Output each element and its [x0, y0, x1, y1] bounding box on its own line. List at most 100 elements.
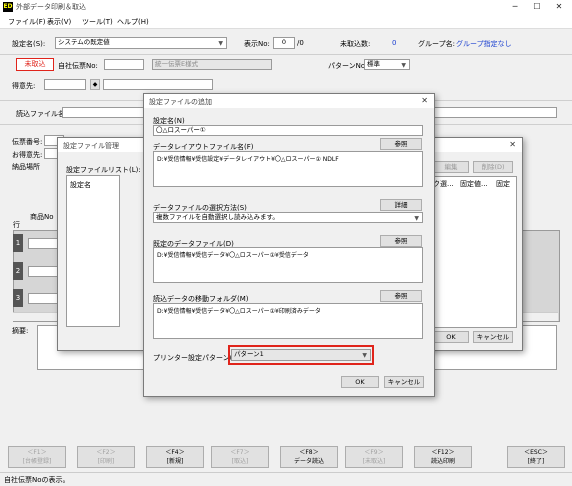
f2-key: ＜F2＞ [96, 449, 116, 456]
title-bar: ED 外部データ印刷＆取込 ─ ☐ ✕ [0, 0, 572, 14]
move-folder-input[interactable]: D:¥受信情報¥受信データ¥〇△ロスーパー①¥印刷済みデータ [153, 303, 423, 339]
f4-new-button[interactable]: ＜F4＞ [新規] [146, 446, 204, 468]
move-folder-value: D:¥受信情報¥受信データ¥〇△ロスーパー①¥印刷済みデータ [157, 308, 321, 315]
method-select[interactable]: 複数ファイルを自動選択し読み込みます。 ▼ [153, 212, 423, 223]
f1-label: [台帳登録] [22, 458, 52, 465]
f2-button[interactable]: ＜F2＞ [印刷] [77, 446, 135, 468]
display-no-value: 0 [281, 38, 286, 46]
f8-read-button[interactable]: ＜F8＞ データ読込 [280, 446, 338, 468]
dialog-title: 設定ファイル管理 [63, 142, 119, 150]
setting-name-value: システムの既定値 [58, 38, 110, 46]
customer-search-button[interactable]: ◆ [90, 79, 100, 90]
name-value: 〇△ロスーパー① [156, 126, 206, 134]
esc-exit-button[interactable]: ＜ESC＞ [終了] [507, 446, 565, 468]
move-folder-browse-button[interactable]: 参照 [380, 290, 422, 302]
list-column-header: 設定名 [70, 181, 91, 189]
row-product-input[interactable] [28, 266, 58, 277]
f9-label: [未取込] [362, 458, 386, 465]
edit-button[interactable]: 編集 [433, 161, 469, 173]
dialog-title: 設定ファイルの追加 [149, 98, 212, 106]
unimported-label: 未取込数: [340, 40, 371, 48]
f12-key: ＜F12＞ [431, 449, 455, 456]
setting-name-select[interactable]: システムの既定値 ▼ [55, 37, 227, 49]
chevron-down-icon: ▼ [362, 352, 367, 359]
column-header: 固定 [496, 180, 510, 188]
f7-key: ＜F7＞ [230, 449, 250, 456]
f4-label: [新規] [166, 458, 184, 465]
close-icon[interactable]: ✕ [509, 140, 516, 149]
maximize-button[interactable]: ☐ [528, 1, 546, 13]
f1-button[interactable]: ＜F1＞ [台帳登録] [8, 446, 66, 468]
chevron-down-icon: ▼ [401, 62, 406, 69]
row-number: 1 [13, 234, 23, 252]
ok-button[interactable]: OK [433, 331, 469, 343]
delete-button[interactable]: 削除(D) [473, 161, 513, 173]
printer-pattern-select[interactable]: パターン1 ▼ [231, 349, 371, 361]
printer-pattern-value: パターン1 [234, 350, 264, 358]
settings-list[interactable]: 設定名 [66, 175, 120, 327]
window-title: 外部データ印刷＆取込 [16, 3, 86, 11]
company-slip-label: 自社伝票No: [58, 62, 98, 70]
customer2-label: お得意先: [12, 151, 43, 159]
settings-detail-list[interactable]: ーク選... 固定値... 固定 [423, 176, 517, 328]
close-icon[interactable]: ✕ [421, 96, 428, 105]
slip-type-select[interactable]: 統一伝票E様式 [152, 59, 272, 70]
f9-key: ＜F9＞ [364, 449, 384, 456]
layout-file-value: D:¥受信情報¥受信設定¥データレイアウト¥〇△ロスーパー① NDLF [157, 156, 339, 163]
default-file-browse-button[interactable]: 参照 [380, 235, 422, 247]
display-no-input[interactable]: 0 [273, 37, 295, 49]
f1-key: ＜F1＞ [27, 449, 47, 456]
display-no-label: 表示No: [244, 40, 270, 48]
minimize-button[interactable]: ─ [506, 1, 524, 13]
pattern-select[interactable]: 標準 ▼ [364, 59, 410, 70]
f7-button[interactable]: ＜F7＞ [取込] [211, 446, 269, 468]
add-settings-dialog: 設定ファイルの追加 ✕ 設定名(N) 〇△ロスーパー① データレイアウトファイル… [143, 93, 435, 397]
default-file-input[interactable]: D:¥受信情報¥受信データ¥〇△ロスーパー①¥受信データ [153, 247, 423, 283]
f9-button[interactable]: ＜F9＞ [未取込] [345, 446, 403, 468]
column-header: 固定値... [460, 180, 488, 188]
f12-read-print-button[interactable]: ＜F12＞ 読込印刷 [414, 446, 472, 468]
customer-code-input[interactable] [44, 79, 86, 90]
slip-type-value: 統一伝票E様式 [155, 60, 199, 68]
status-bar: 自社伝票Noの表示。 [0, 472, 572, 486]
pattern-label: パターンNo: [328, 62, 368, 70]
slip-no-label: 伝票番号: [12, 138, 43, 146]
setting-name-label: 設定名(S): [12, 40, 46, 48]
cancel-button[interactable]: キャンセル [473, 331, 513, 343]
layout-browse-button[interactable]: 参照 [380, 138, 422, 150]
default-file-value: D:¥受信情報¥受信データ¥〇△ロスーパー①¥受信データ [157, 252, 309, 259]
summary-label: 摘要: [12, 327, 29, 335]
f7-label: [取込] [231, 458, 249, 465]
delivery-label: 納品場所 [12, 163, 40, 171]
menu-bar: ファイル(F) 表示(V) ツール(T) ヘルプ(H) [0, 14, 572, 29]
product-label: 商品No [30, 213, 54, 221]
f4-key: ＜F4＞ [165, 449, 185, 456]
f8-label: データ読込 [293, 458, 324, 465]
name-input[interactable]: 〇△ロスーパー① [153, 125, 423, 136]
chevron-down-icon: ▼ [414, 215, 419, 222]
method-value: 複数ファイルを自動選択し読み込みます。 [156, 213, 279, 221]
row-product-input[interactable] [28, 293, 58, 304]
display-no-total: /0 [297, 39, 304, 47]
cancel-button[interactable]: キャンセル [384, 376, 424, 388]
row-product-input[interactable] [28, 238, 58, 249]
row-number: 2 [13, 262, 23, 280]
menu-file[interactable]: ファイル(F) [8, 17, 46, 27]
menu-help[interactable]: ヘルプ(H) [117, 17, 149, 27]
company-slip-input[interactable] [104, 59, 144, 70]
esc-key: ＜ESC＞ [524, 449, 548, 456]
close-window-button[interactable]: ✕ [550, 1, 568, 13]
customer-name-input[interactable] [103, 79, 213, 90]
f12-label: 読込印刷 [430, 458, 455, 465]
layout-file-input[interactable]: D:¥受信情報¥受信設定¥データレイアウト¥〇△ロスーパー① NDLF [153, 151, 423, 187]
dialog-title-bar: 設定ファイルの追加 [144, 94, 434, 108]
customer-label: 得意先: [12, 82, 36, 90]
read-file-label: 読込ファイル名: [16, 110, 68, 118]
status-badge: 未取込 [16, 58, 54, 71]
app-icon: ED [3, 2, 13, 12]
ok-button[interactable]: OK [341, 376, 379, 388]
row-label: 行 [13, 221, 20, 229]
menu-tools[interactable]: ツール(T) [82, 17, 113, 27]
method-detail-button[interactable]: 詳細 [380, 199, 422, 211]
menu-view[interactable]: 表示(V) [47, 17, 71, 27]
